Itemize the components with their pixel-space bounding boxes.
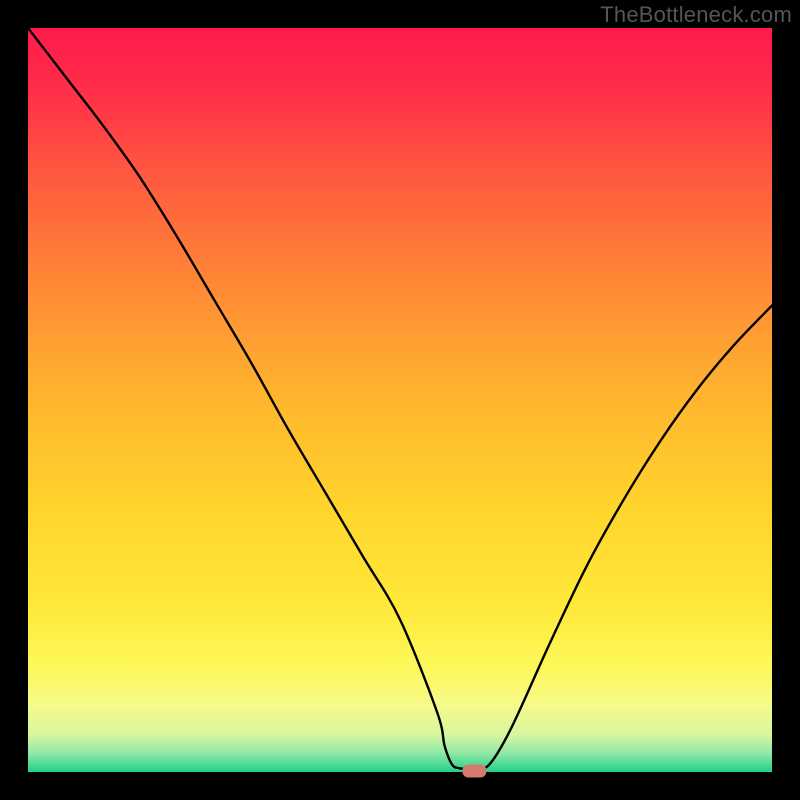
bottleneck-chart [0, 0, 800, 800]
chart-container: TheBottleneck.com [0, 0, 800, 800]
watermark-text: TheBottleneck.com [600, 2, 792, 28]
optimum-marker [462, 765, 486, 778]
plot-background [28, 28, 772, 772]
